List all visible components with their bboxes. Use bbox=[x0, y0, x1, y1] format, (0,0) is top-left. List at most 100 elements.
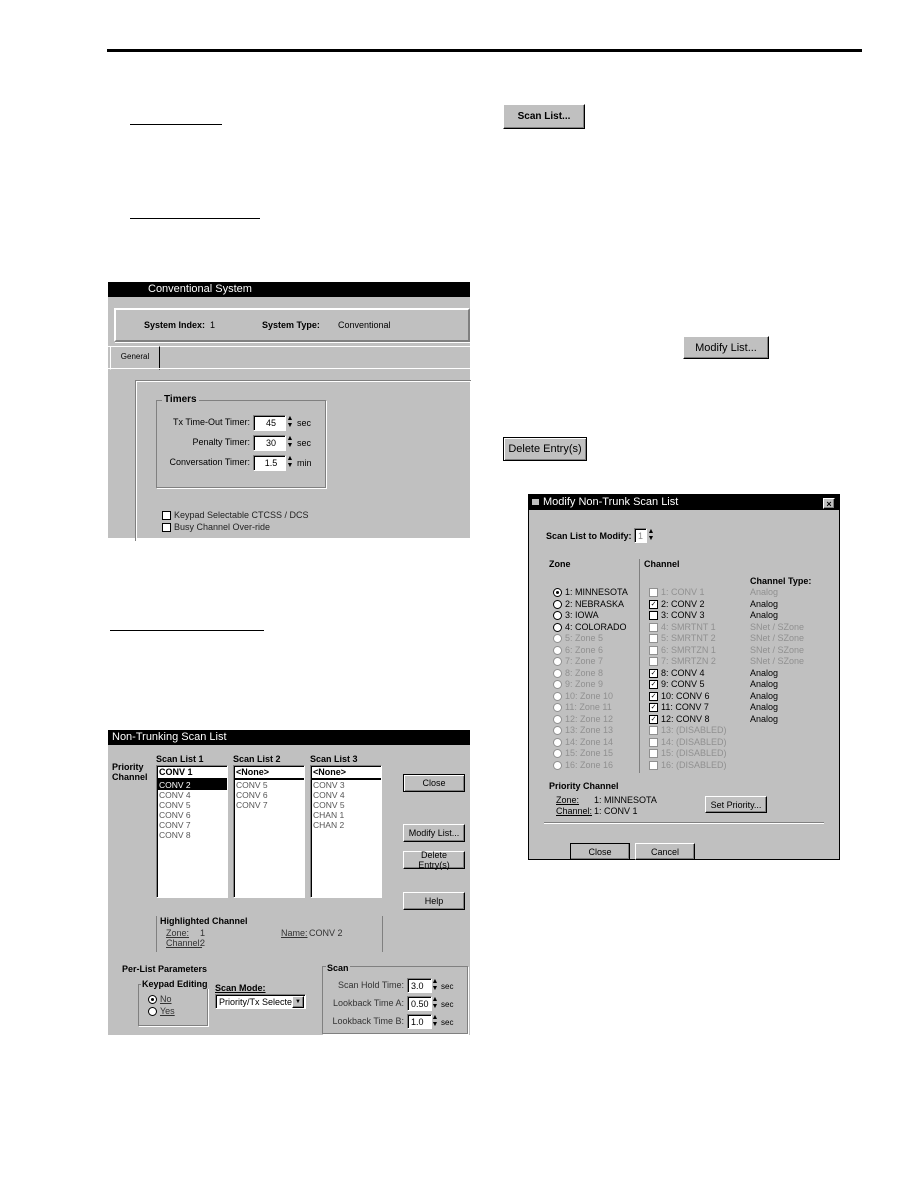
list-item[interactable]: CONV 3 bbox=[311, 780, 381, 790]
zone-radio[interactable]: 2: NEBRASKA bbox=[553, 599, 624, 609]
zone-radio[interactable]: 3: IOWA bbox=[553, 610, 599, 621]
channel-checkbox[interactable]: 3: CONV 3 bbox=[649, 610, 705, 621]
channel-checkbox[interactable]: 16: (DISABLED) bbox=[649, 760, 727, 770]
channel-checkbox[interactable]: 13: (DISABLED) bbox=[649, 725, 727, 736]
checkbox-icon[interactable] bbox=[649, 749, 658, 759]
spinner-arrows-icon[interactable]: ▲ ▼ bbox=[286, 455, 294, 469]
radio-icon[interactable] bbox=[553, 599, 562, 609]
zone-radio[interactable]: 1: MINNESOTA bbox=[553, 587, 628, 598]
checkbox-icon[interactable] bbox=[649, 588, 658, 598]
list-item[interactable]: CONV 7 bbox=[157, 820, 227, 830]
set-priority-button[interactable]: Set Priority... bbox=[705, 796, 767, 813]
radio-icon[interactable] bbox=[553, 703, 562, 713]
timer-input[interactable]: 30 bbox=[253, 435, 286, 451]
checkbox-icon[interactable] bbox=[162, 511, 171, 521]
zone-radio[interactable]: 5: Zone 5 bbox=[553, 633, 603, 644]
scan-list-box[interactable]: <None> CONV 5 CONV 6 CONV 7 bbox=[233, 765, 305, 898]
radio-icon[interactable] bbox=[553, 634, 562, 644]
modify-list-button[interactable]: Modify List... bbox=[683, 336, 769, 359]
channel-checkbox[interactable]: ✓ 10: CONV 6 bbox=[649, 691, 710, 701]
checkbox-icon[interactable] bbox=[649, 726, 658, 736]
list-item[interactable]: CHAN 1 bbox=[311, 810, 381, 820]
checkbox-icon[interactable]: ✓ bbox=[649, 703, 658, 713]
delete-entries-button[interactable]: Delete Entry(s) bbox=[503, 437, 587, 461]
close-icon[interactable]: × bbox=[823, 498, 835, 509]
channel-checkbox[interactable]: ✓ 12: CONV 8 bbox=[649, 714, 710, 724]
list-item[interactable]: CONV 8 bbox=[157, 830, 227, 840]
keypad-radio[interactable]: Yes bbox=[148, 1006, 175, 1017]
checkbox-icon[interactable] bbox=[649, 611, 658, 621]
channel-checkbox[interactable]: 1: CONV 1 bbox=[649, 587, 705, 598]
scan-list-box[interactable]: CONV 1 CONV 2 CONV 4 CONV 5 CONV 6 CONV 7 CON… bbox=[156, 765, 228, 898]
option-checkbox[interactable]: Busy Channel Over-ride bbox=[162, 522, 270, 533]
checkbox-icon[interactable]: ✓ bbox=[649, 714, 658, 724]
close-button[interactable]: Close bbox=[403, 774, 465, 792]
modify-list-button[interactable]: Modify List... bbox=[403, 824, 465, 842]
radio-icon[interactable] bbox=[553, 645, 562, 655]
cancel-button[interactable]: Cancel bbox=[635, 843, 695, 860]
radio-icon[interactable] bbox=[553, 737, 562, 747]
zone-radio[interactable]: 14: Zone 14 bbox=[553, 737, 613, 747]
channel-checkbox[interactable]: ✓ 11: CONV 7 bbox=[649, 702, 709, 713]
spinner-arrows-icon[interactable]: ▲ ▼ bbox=[286, 415, 294, 429]
priority-channel-entry[interactable]: <None> bbox=[311, 766, 381, 780]
channel-checkbox[interactable]: ✓ 2: CONV 2 bbox=[649, 599, 705, 609]
radio-icon[interactable] bbox=[553, 714, 562, 724]
checkbox-icon[interactable] bbox=[649, 645, 658, 655]
checkbox-icon[interactable]: ✓ bbox=[649, 599, 658, 609]
list-item[interactable]: CHAN 2 bbox=[311, 820, 381, 830]
zone-radio[interactable]: 16: Zone 16 bbox=[553, 760, 613, 770]
radio-icon[interactable] bbox=[148, 995, 157, 1005]
spinner-arrows-icon[interactable]: ▲ ▼ bbox=[431, 978, 439, 992]
zone-radio[interactable]: 6: Zone 6 bbox=[553, 645, 603, 655]
list-item[interactable]: CONV 7 bbox=[234, 800, 304, 810]
priority-channel-entry[interactable]: CONV 1 bbox=[157, 766, 227, 780]
zone-radio[interactable]: 7: Zone 7 bbox=[553, 656, 603, 667]
spinner-arrows-icon[interactable]: ▲ ▼ bbox=[286, 435, 294, 449]
radio-icon[interactable] bbox=[553, 668, 562, 678]
checkbox-icon[interactable] bbox=[649, 737, 658, 747]
zone-radio[interactable]: 9: Zone 9 bbox=[553, 679, 603, 690]
radio-icon[interactable] bbox=[553, 760, 562, 770]
list-item[interactable]: CONV 4 bbox=[311, 790, 381, 800]
zone-radio[interactable]: 12: Zone 12 bbox=[553, 714, 613, 724]
radio-icon[interactable] bbox=[553, 611, 562, 621]
channel-checkbox[interactable]: ✓ 9: CONV 5 bbox=[649, 679, 705, 690]
close-button[interactable]: Close bbox=[570, 843, 630, 860]
spinner-arrows-icon[interactable]: ▲ ▼ bbox=[431, 1014, 439, 1028]
zone-radio[interactable]: 11: Zone 11 bbox=[553, 702, 612, 713]
checkbox-icon[interactable]: ✓ bbox=[649, 680, 658, 690]
zone-radio[interactable]: 4: COLORADO bbox=[553, 622, 627, 632]
scan-param-input[interactable]: 3.0 bbox=[407, 978, 432, 993]
radio-icon[interactable] bbox=[553, 657, 562, 667]
list-item[interactable]: CONV 5 bbox=[157, 800, 227, 810]
channel-checkbox[interactable]: 7: SMRTZN 2 bbox=[649, 656, 716, 667]
scan-param-input[interactable]: 1.0 bbox=[407, 1014, 432, 1029]
channel-checkbox[interactable]: 15: (DISABLED) bbox=[649, 748, 727, 759]
timer-input[interactable]: 45 bbox=[253, 415, 286, 431]
scan-mode-select[interactable]: Priority/Tx Selected ▼ bbox=[215, 994, 306, 1009]
radio-icon[interactable] bbox=[553, 749, 562, 759]
radio-icon[interactable] bbox=[553, 622, 562, 632]
scan-list-box[interactable]: <None> CONV 3 CONV 4 CONV 5 CHAN 1 CHAN 2 bbox=[310, 765, 382, 898]
scan-param-input[interactable]: 0.50 bbox=[407, 996, 432, 1011]
list-item[interactable]: CONV 2 bbox=[157, 780, 227, 790]
list-item[interactable]: CONV 4 bbox=[157, 790, 227, 800]
zone-radio[interactable]: 8: Zone 8 bbox=[553, 668, 603, 678]
help-button[interactable]: Help bbox=[403, 892, 465, 910]
tab-general[interactable]: General bbox=[110, 346, 160, 370]
scan-list-spinner[interactable]: 1 bbox=[634, 528, 647, 543]
channel-checkbox[interactable]: 6: SMRTZN 1 bbox=[649, 645, 716, 655]
checkbox-icon[interactable]: ✓ bbox=[649, 691, 658, 701]
zone-radio[interactable]: 15: Zone 15 bbox=[553, 748, 613, 759]
radio-icon[interactable] bbox=[553, 726, 562, 736]
zone-radio[interactable]: 10: Zone 10 bbox=[553, 691, 613, 701]
channel-checkbox[interactable]: 14: (DISABLED) bbox=[649, 737, 727, 747]
checkbox-icon[interactable]: ✓ bbox=[649, 668, 658, 678]
list-item[interactable]: CONV 6 bbox=[157, 810, 227, 820]
channel-checkbox[interactable]: 5: SMRTNT 2 bbox=[649, 633, 716, 644]
list-item[interactable]: CONV 6 bbox=[234, 790, 304, 800]
radio-icon[interactable] bbox=[553, 691, 562, 701]
channel-checkbox[interactable]: 4: SMRTNT 1 bbox=[649, 622, 716, 632]
spinner-arrows-icon[interactable]: ▲ ▼ bbox=[431, 996, 439, 1010]
